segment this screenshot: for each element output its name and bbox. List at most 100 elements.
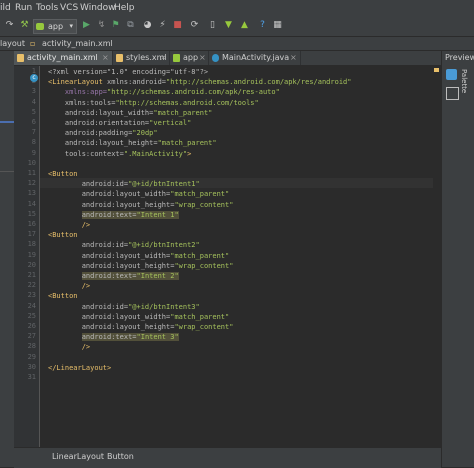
code-token: /> — [81, 282, 91, 291]
code-line[interactable]: android:layout_height="wrap_content" — [48, 322, 234, 332]
project-tool-marker[interactable] — [0, 121, 14, 123]
code-line[interactable]: <?xml version="1.0" encoding="utf-8"?> — [48, 67, 208, 77]
breadcrumb-item-linearlayout[interactable]: LinearLayout — [52, 448, 104, 466]
android-icon — [36, 23, 44, 30]
instant-run-icon[interactable]: ⚡ — [156, 19, 169, 32]
code-line[interactable]: android:padding="20dp" — [48, 128, 158, 138]
code-line[interactable]: xmlns:app="http://schemas.android.com/ap… — [48, 87, 280, 97]
code-line[interactable]: android:id="@+id/btnIntent2" — [48, 240, 200, 250]
code-line[interactable]: android:layout_width="match_parent" — [48, 189, 230, 199]
code-line[interactable]: <LinearLayout xmlns:android="http://sche… — [48, 77, 351, 87]
code-token: "20dp" — [132, 129, 158, 138]
breadcrumb-item-button[interactable]: Button — [107, 448, 134, 466]
code-token: /> — [81, 221, 91, 229]
code-line[interactable]: android:layout_width="match_parent" — [48, 251, 230, 261]
code-editor[interactable]: 1234567891011121314151617181920212223242… — [14, 66, 441, 447]
line-number: 9 — [31, 148, 36, 157]
debug-icon[interactable]: ⚑ — [109, 19, 122, 32]
nav-layout-folder[interactable]: layout — [0, 37, 25, 50]
code-token: "match_parent" — [157, 139, 217, 148]
android-profiler-icon[interactable]: ▦ — [271, 19, 284, 32]
code-line[interactable]: android:layout_height="wrap_content" — [48, 200, 234, 210]
close-tab-icon[interactable]: × — [290, 51, 297, 65]
line-number: 6 — [31, 118, 36, 126]
run-config-label: app — [48, 22, 64, 31]
apply-changes-icon[interactable]: ↯ — [95, 19, 108, 32]
code-line[interactable]: xmlns:tools="http://schemas.android.com/… — [48, 98, 259, 108]
code-token: "@+id/btnIntent3" — [128, 302, 200, 311]
menu-build[interactable]: ild — [0, 0, 11, 16]
run-icon[interactable]: ▶ — [80, 19, 93, 32]
code-token: <LinearLayout — [48, 78, 108, 87]
attach-debugger-icon[interactable]: ⧉ — [124, 19, 137, 32]
code-line[interactable]: <Button — [48, 169, 78, 179]
code-token: <Button — [48, 292, 78, 301]
close-tab-icon[interactable]: × — [160, 51, 167, 65]
code-line[interactable]: /> — [48, 220, 90, 230]
line-number: 22 — [27, 281, 36, 290]
code-line[interactable]: android:id="@+id/btnIntent3" — [48, 302, 200, 312]
line-number: 16 — [27, 220, 36, 228]
make-project-icon[interactable]: ⚒ — [18, 19, 31, 32]
code-token: android:layout_width= — [81, 251, 171, 260]
code-line[interactable]: android:layout_height="wrap_content" — [48, 261, 234, 271]
tab-mainactivity-java[interactable]: MainActivity.java × — [209, 51, 301, 65]
code-line[interactable]: android:layout_width="match_parent" — [48, 312, 230, 322]
run-config-select[interactable]: app ▾ — [33, 19, 77, 34]
toolbar: ↷ ⚒ app ▾ ▶ ↯ ⚑ ⧉ ◕ ⚡ ■ ⟳ ▯ ▼ ▲ ? ▦ — [0, 16, 474, 37]
warning-marker[interactable] — [434, 68, 439, 72]
preview-grid-icon[interactable] — [446, 87, 459, 100]
line-number: 26 — [27, 322, 36, 330]
profiler-icon[interactable]: ◕ — [141, 19, 154, 32]
code-token: "Intent 3" — [136, 333, 179, 342]
close-tab-icon[interactable]: × — [102, 51, 109, 65]
code-line[interactable]: /> — [48, 342, 90, 352]
redo-icon[interactable]: ↷ — [3, 19, 16, 32]
code-line[interactable]: <Button — [48, 291, 78, 301]
preview-title[interactable]: Preview — [445, 53, 474, 62]
code-line[interactable]: android:text="Intent 3" — [48, 332, 179, 342]
code-line[interactable]: android:id="@+id/btnIntent1" — [48, 179, 200, 189]
tab-styles-xml[interactable]: styles.xml × — [113, 51, 170, 65]
code-line[interactable]: android:text="Intent 1" — [48, 210, 179, 220]
stop-icon[interactable]: ■ — [171, 19, 184, 32]
menu-tools[interactable]: Tools — [36, 0, 58, 16]
menu-vcs[interactable]: VCS — [60, 0, 78, 16]
code-token: "wrap_content" — [174, 261, 234, 270]
code-line[interactable]: android:layout_width="match_parent" — [48, 108, 213, 118]
tab-app[interactable]: app × — [170, 51, 209, 65]
sdk-manager-icon[interactable]: ▼ — [222, 19, 235, 32]
menu-help[interactable]: Help — [114, 0, 135, 16]
code-token: android:text= — [81, 210, 137, 219]
code-token: android:layout_width= — [81, 312, 171, 321]
line-number: 8 — [31, 138, 36, 147]
line-number: 29 — [27, 352, 36, 361]
avd-manager-icon[interactable]: ▯ — [206, 19, 219, 32]
palette-tool-label[interactable]: Palette — [459, 69, 468, 119]
code-line[interactable]: </LinearLayout> — [48, 363, 111, 373]
code-line[interactable]: <Button — [48, 230, 78, 240]
code-token: "wrap_content" — [174, 200, 234, 209]
line-number: 3 — [31, 87, 36, 96]
activity-class-icon[interactable]: c — [30, 74, 38, 82]
help-icon[interactable]: ? — [256, 19, 269, 32]
menu-window[interactable]: Window — [80, 0, 116, 16]
device-monitor-icon[interactable]: ▲ — [238, 19, 251, 32]
close-tab-icon[interactable]: × — [199, 51, 206, 65]
editor-scroll-stripe[interactable] — [433, 66, 441, 447]
menu-run[interactable]: Run — [15, 0, 32, 16]
nav-current-file[interactable]: activity_main.xml — [42, 37, 113, 50]
layers-icon[interactable] — [446, 69, 457, 80]
sync-gradle-icon[interactable]: ⟳ — [188, 19, 201, 32]
gradle-icon — [173, 54, 180, 62]
code-line[interactable]: android:orientation="vertical" — [48, 118, 191, 128]
code-line[interactable]: /> — [48, 281, 90, 291]
code-line[interactable]: android:layout_height="match_parent" — [48, 138, 217, 148]
tab-activity-main-xml[interactable]: activity_main.xml × — [14, 51, 113, 65]
code-line[interactable]: tools:context=".MainActivity"> — [48, 149, 191, 159]
code-line[interactable]: android:text="Intent 2" — [48, 271, 179, 281]
